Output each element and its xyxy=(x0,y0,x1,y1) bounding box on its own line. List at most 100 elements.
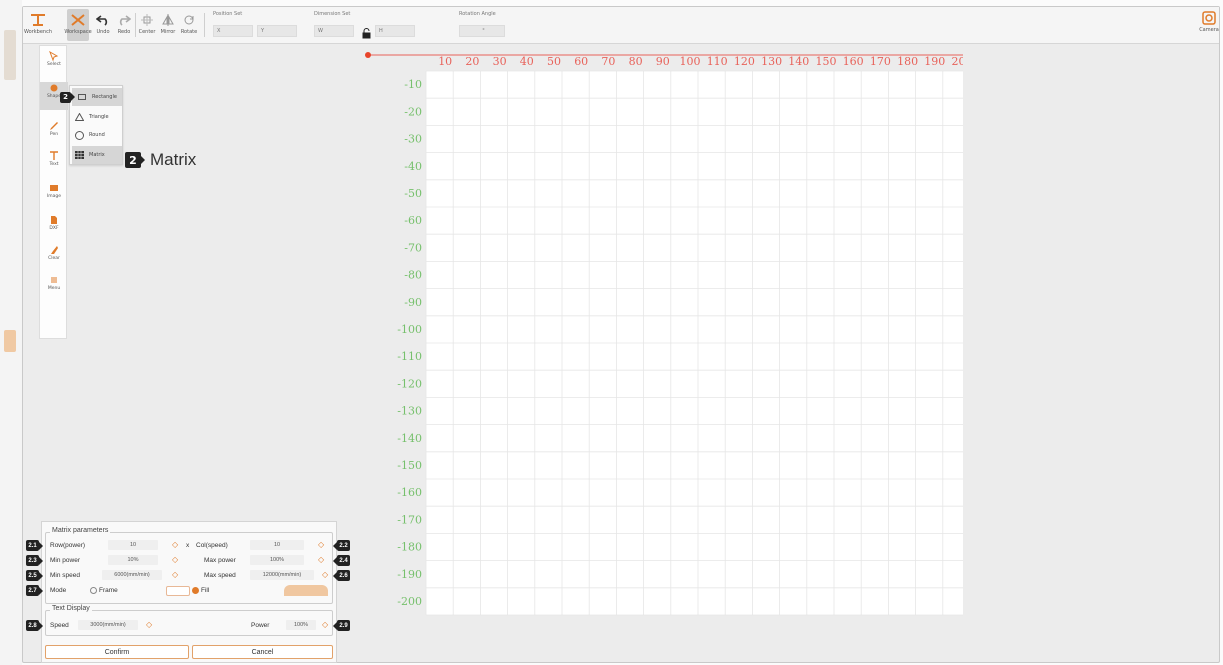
row-power-spinner-icon[interactable]: ◇ xyxy=(172,541,178,549)
times-label: x xyxy=(186,541,190,549)
x-tick-label: 100 xyxy=(680,55,701,68)
mode-fill-label: Fill xyxy=(201,586,210,594)
max-speed-label: Max speed xyxy=(204,571,236,579)
min-power-spinner-icon[interactable]: ◇ xyxy=(172,556,178,564)
redo-button[interactable]: Redo xyxy=(116,9,132,41)
dimension-w-field[interactable]: W xyxy=(314,25,354,37)
y-tick-label: -190 xyxy=(397,568,422,581)
workspace-button[interactable]: Workspace xyxy=(64,9,92,41)
dimension-h-field[interactable]: H xyxy=(375,25,415,37)
mode-fill-radio[interactable]: Fill xyxy=(192,584,209,596)
badge-2-2: 2.2 xyxy=(333,540,350,551)
tool-menu-label: Menu xyxy=(47,286,61,291)
min-speed-spinner-icon[interactable]: ◇ xyxy=(172,571,178,579)
flyout-rectangle-label: Rectangle xyxy=(92,94,117,100)
camera-label: Camera xyxy=(1199,27,1219,33)
min-speed-input[interactable]: 6000(mm/min) xyxy=(102,570,162,580)
y-tick-label: -80 xyxy=(404,269,422,282)
tool-pen-label: Pen xyxy=(49,132,59,137)
tool-menu[interactable]: Menu xyxy=(40,274,68,291)
rotate-button[interactable]: Rotate xyxy=(181,9,197,41)
x-tick-label: 200 xyxy=(952,55,964,68)
workbench-button[interactable]: Workbench xyxy=(24,9,52,41)
center-label: Center xyxy=(138,29,156,35)
left-edge-stripe xyxy=(4,30,16,80)
x-tick-label: 90 xyxy=(656,55,670,68)
circle-icon xyxy=(72,130,86,140)
undo-button[interactable]: Undo xyxy=(95,9,111,41)
tool-image[interactable]: Image xyxy=(40,182,68,199)
position-x-field[interactable]: X xyxy=(213,25,253,37)
mirror-button[interactable]: Mirror xyxy=(160,9,176,41)
lock-icon[interactable] xyxy=(362,24,371,43)
y-tick-label: -70 xyxy=(404,241,422,254)
badge-2-8: 2.8 xyxy=(26,620,43,631)
matrix-panel: Matrix parameters 2.1 Row(power) 10 ◇ x … xyxy=(26,521,350,663)
rotate-label: Rotate xyxy=(180,29,198,35)
y-tick-label: -30 xyxy=(404,133,422,146)
flyout-round-label: Round xyxy=(89,132,105,138)
col-speed-input[interactable]: 10 xyxy=(250,540,304,550)
text-speed-spinner-icon[interactable]: ◇ xyxy=(146,621,152,629)
flyout-triangle[interactable]: Triangle xyxy=(72,108,122,126)
mode-label: Mode xyxy=(50,586,67,594)
image-icon xyxy=(47,182,61,194)
side-toolbar: Select Shape Pen Text Image DXF Clear Me… xyxy=(39,45,68,339)
tool-shape-label: Shape xyxy=(46,94,62,99)
flyout-matrix[interactable]: Matrix xyxy=(72,146,122,164)
max-speed-input[interactable]: 12000(mm/min) xyxy=(250,570,314,580)
y-tick-label: -110 xyxy=(397,350,422,363)
text-power-spinner-icon[interactable]: ◇ xyxy=(322,621,328,629)
y-tick-label: -160 xyxy=(397,486,422,499)
max-power-spinner-icon[interactable]: ◇ xyxy=(318,556,324,564)
y-tick-label: -140 xyxy=(397,432,422,445)
max-speed-spinner-icon[interactable]: ◇ xyxy=(322,571,328,579)
tool-clear[interactable]: Clear xyxy=(40,244,68,261)
y-tick-label: -150 xyxy=(397,459,422,472)
text-power-input[interactable]: 100% xyxy=(286,620,316,630)
center-button[interactable]: Center xyxy=(139,9,155,41)
undo-icon xyxy=(94,11,112,29)
badge-2-4: 2.4 xyxy=(333,555,350,566)
tool-text[interactable]: Text xyxy=(40,150,68,167)
flyout-matrix-label: Matrix xyxy=(89,152,105,158)
row-power-input[interactable]: 10 xyxy=(108,540,158,550)
triangle-icon xyxy=(72,113,86,121)
camera-icon xyxy=(1202,11,1216,25)
col-speed-label: Col(speed) xyxy=(196,541,228,549)
rotation-angle-field[interactable]: ° xyxy=(459,25,505,37)
toolbar-divider xyxy=(204,13,205,37)
matrix-parameters-title: Matrix parameters xyxy=(50,527,111,534)
mode-frame-preview xyxy=(166,586,190,596)
y-tick-label: -200 xyxy=(397,595,422,608)
row-power-label: Row(power) xyxy=(50,541,86,549)
position-y-field[interactable]: Y xyxy=(257,25,297,37)
position-set-label: Position Set xyxy=(213,11,243,17)
tool-pen[interactable]: Pen xyxy=(40,120,68,137)
x-tick-label: 130 xyxy=(761,55,782,68)
flyout-rectangle[interactable]: 2 Rectangle xyxy=(60,88,122,106)
tool-dxf[interactable]: DXF xyxy=(40,214,68,231)
workbench-icon xyxy=(29,11,47,29)
text-speed-input[interactable]: 3000(mm/min) xyxy=(78,620,138,630)
x-tick-label: 190 xyxy=(924,55,945,68)
workspace-canvas[interactable]: 10 20 30 40 50 60 70 80 90 100 110 120 130 140 150 160 1… xyxy=(363,51,973,631)
flyout-round[interactable]: Round xyxy=(72,126,122,144)
tool-select[interactable]: Select xyxy=(40,50,68,67)
cancel-button[interactable]: Cancel xyxy=(192,645,333,659)
min-power-input[interactable]: 10% xyxy=(108,555,158,565)
mirror-label: Mirror xyxy=(160,29,176,35)
min-power-label: Min power xyxy=(50,556,80,564)
max-power-input[interactable]: 100% xyxy=(250,555,304,565)
camera-button[interactable]: Camera xyxy=(1199,11,1219,33)
confirm-button[interactable]: Confirm xyxy=(45,645,189,659)
workbench-label: Workbench xyxy=(24,29,52,35)
x-tick-label: 160 xyxy=(843,55,864,68)
text-icon xyxy=(47,150,61,162)
mode-frame-radio[interactable]: Frame xyxy=(90,584,118,596)
matrix-callout-badge: 2 xyxy=(125,152,145,168)
matrix-callout: 2 Matrix xyxy=(125,150,196,170)
y-tick-label: -40 xyxy=(404,160,422,173)
col-speed-spinner-icon[interactable]: ◇ xyxy=(318,541,324,549)
x-tick-label: 70 xyxy=(601,55,615,68)
